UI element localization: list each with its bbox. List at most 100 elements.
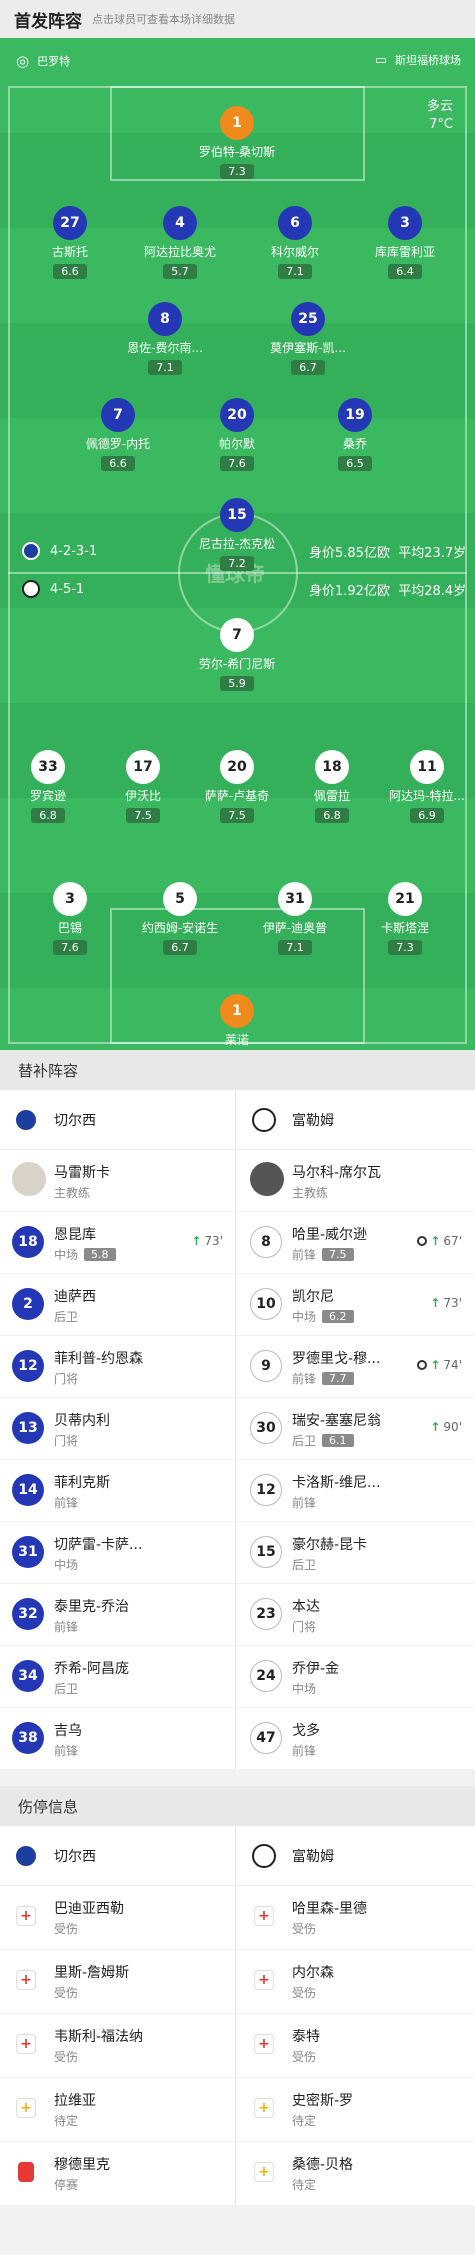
fulham-player[interactable]: 1莱诺★ 8.3: [189, 994, 285, 1050]
sub-row[interactable]: 18 恩昆库 中场 5.8 ↑ 73': [0, 1212, 235, 1274]
player-number: 20: [220, 750, 254, 784]
chelsea-player[interactable]: 19 桑乔 6.5: [307, 398, 403, 471]
pitch: ◎ 巴罗特 ▭ 斯坦福桥球场 多云 7°C 懂球帝 4-2-3-1 身价5.85…: [0, 38, 475, 1050]
injury-row[interactable]: + 史密斯-罗 待定: [238, 2078, 474, 2142]
fulham-player[interactable]: 18 佩雷拉 6.8: [284, 750, 380, 823]
sub-row[interactable]: 23 本达 门将: [238, 1584, 474, 1646]
sub-row[interactable]: 47 戈多 前锋: [238, 1708, 474, 1770]
ball-icon: [417, 1360, 428, 1370]
fulham-player[interactable]: 5 约西姆-安诺生 6.7: [132, 882, 228, 955]
chelsea-player[interactable]: 3 库库雷利亚 6.4: [357, 206, 453, 279]
sub-row[interactable]: 24 乔伊-金 中场: [238, 1646, 474, 1708]
sub-row[interactable]: 38 吉乌 前锋: [0, 1708, 235, 1770]
subs-panel: 切尔西 马雷斯卡 主教练 18 恩昆库 中场 5.8 ↑ 73' 2 迪萨西 后卫 12 菲利普-约恩森…: [0, 1090, 475, 1770]
coach-avatar: [12, 1162, 46, 1196]
sub-on-icon: ↑: [430, 1358, 441, 1372]
injury-cross-icon: +: [16, 1906, 36, 1926]
sub-pos-text: 主教练: [292, 1186, 329, 1200]
sub-rating: 6.2: [322, 1310, 354, 1323]
chelsea-player[interactable]: 15 尼古拉-杰克松 7.2: [189, 498, 285, 571]
player-name: 佩德罗-内托: [85, 437, 151, 451]
sub-number: 47: [250, 1722, 282, 1754]
fulham-subs-team: 富勒姆: [292, 1112, 334, 1129]
chelsea-player[interactable]: 27 古斯托 6.6: [22, 206, 118, 279]
player-rating: 7.5: [126, 808, 160, 823]
fulham-player[interactable]: 31 伊萨-迪奥普 7.1: [247, 882, 343, 955]
injury-row[interactable]: + 哈里森-里德 受伤: [238, 1886, 474, 1950]
injury-row[interactable]: + 桑德-贝格 待定: [238, 2142, 474, 2206]
chelsea-player[interactable]: 6 科尔威尔 7.1: [247, 206, 343, 279]
player-number: 5: [163, 882, 197, 916]
fulham-crest-icon: [252, 1843, 276, 1868]
injury-row[interactable]: + 泰特 受伤: [238, 2014, 474, 2078]
sub-position: 前锋 7.7: [292, 1370, 354, 1387]
sub-row[interactable]: 14 菲利克斯 前锋: [0, 1460, 235, 1522]
player-name: 伊萨-迪奥普: [262, 921, 328, 935]
fulham-player[interactable]: 3 巴锡 7.6: [22, 882, 118, 955]
rating-value: 7.5: [134, 809, 152, 822]
chelsea-player[interactable]: 8 恩佐-费尔南... 7.1: [117, 302, 213, 375]
sub-position: 中场 6.2: [292, 1308, 354, 1325]
injury-row[interactable]: + 拉维亚 待定: [0, 2078, 235, 2142]
fulham-player[interactable]: 7 劳尔-希门尼斯 5.9: [189, 618, 285, 691]
sub-row[interactable]: 12 菲利普-约恩森 门将: [0, 1336, 235, 1398]
sub-row[interactable]: 9 罗德里戈-穆... 前锋 7.7 ↑ 74': [238, 1336, 474, 1398]
fulham-value: 身价1.92亿欧: [309, 583, 390, 599]
player-name: 罗宾逊: [29, 789, 66, 803]
chelsea-player[interactable]: 1 罗伯特-桑切斯 7.3: [189, 106, 285, 179]
chelsea-player[interactable]: 7 佩德罗-内托 6.6: [70, 398, 166, 471]
fulham-player[interactable]: 21 卡斯塔涅 7.3: [357, 882, 453, 955]
injury-row[interactable]: + 巴迪亚西勒 受伤: [0, 1886, 235, 1950]
player-number: 3: [388, 206, 422, 240]
sub-name: 迪萨西: [54, 1289, 96, 1305]
sub-row[interactable]: 34 乔希-阿昌庞 后卫: [0, 1646, 235, 1708]
sub-row[interactable]: 10 凯尔尼 中场 6.2 ↑ 73': [238, 1274, 474, 1336]
sub-row[interactable]: 15 豪尔赫-昆卡 后卫: [238, 1522, 474, 1584]
sub-minute: 73': [443, 1296, 462, 1310]
fulham-player[interactable]: 33 罗宾逊 6.8: [0, 750, 96, 823]
injury-row[interactable]: + 内尔森 受伤: [238, 1950, 474, 2014]
doubtful-icon: +: [254, 2162, 274, 2182]
fulham-player[interactable]: 11 阿达玛-特拉... 6.9: [379, 750, 475, 823]
player-number: 15: [220, 498, 254, 532]
sub-row[interactable]: 2 迪萨西 后卫: [0, 1274, 235, 1336]
page-title: 首发阵容: [14, 11, 82, 32]
sub-row[interactable]: 13 贝蒂内利 门将: [0, 1398, 235, 1460]
player-number: 8: [148, 302, 182, 336]
injury-status: 受伤: [54, 1986, 79, 2000]
chelsea-player[interactable]: 4 阿达拉比奥尤 5.7: [132, 206, 228, 279]
injury-name: 巴迪亚西勒: [54, 1901, 124, 1917]
injury-row[interactable]: + 韦斯利-福法纳 受伤: [0, 2014, 235, 2078]
sub-event: ↑ 67': [417, 1234, 462, 1248]
fulham-player[interactable]: 17 伊沃比 7.5: [95, 750, 191, 823]
sub-number: 2: [12, 1288, 44, 1320]
player-rating: 7.1: [278, 264, 312, 279]
injury-row[interactable]: 穆德里克 停赛: [0, 2142, 235, 2206]
sub-row[interactable]: 马尔科-席尔瓦 主教练: [238, 1150, 474, 1212]
sub-row[interactable]: 12 卡洛斯-维尼... 前锋: [238, 1460, 474, 1522]
sub-row[interactable]: 32 泰里克-乔治 前锋: [0, 1584, 235, 1646]
fulham-crest-icon: [22, 580, 40, 598]
sub-row[interactable]: 马雷斯卡 主教练: [0, 1150, 235, 1212]
injury-status: 受伤: [54, 2050, 79, 2064]
sub-pos-text: 主教练: [54, 1186, 91, 1200]
player-number: 33: [31, 750, 65, 784]
rating-value: 6.8: [39, 809, 57, 822]
player-name: 帕尔默: [218, 437, 255, 451]
player-rating: 6.7: [291, 360, 325, 375]
weather-temp: 7°C: [429, 117, 453, 132]
sub-position: 后卫: [54, 1680, 78, 1697]
fulham-player[interactable]: 20 萨萨-卢基奇 7.5: [189, 750, 285, 823]
sub-row[interactable]: 8 哈里-威尔逊 前锋 7.5 ↑ 67': [238, 1212, 474, 1274]
chelsea-crest-icon: [14, 1107, 38, 1132]
chelsea-player[interactable]: 25 莫伊塞斯-凯... 6.7: [260, 302, 356, 375]
injury-row[interactable]: + 里斯-詹姆斯 受伤: [0, 1950, 235, 2014]
player-rating: 7.2: [220, 556, 254, 571]
fulham-crest-icon: [252, 1107, 276, 1132]
chelsea-player[interactable]: 20 帕尔默 7.6: [189, 398, 285, 471]
sub-row[interactable]: 30 瑞安-塞塞尼翁 后卫 6.1 ↑ 90': [238, 1398, 474, 1460]
sub-name: 哈里-威尔逊: [292, 1227, 368, 1243]
player-number: 1: [220, 106, 254, 140]
sub-row[interactable]: 31 切萨雷-卡萨... 中场: [0, 1522, 235, 1584]
sub-name: 马尔科-席尔瓦: [292, 1165, 382, 1181]
